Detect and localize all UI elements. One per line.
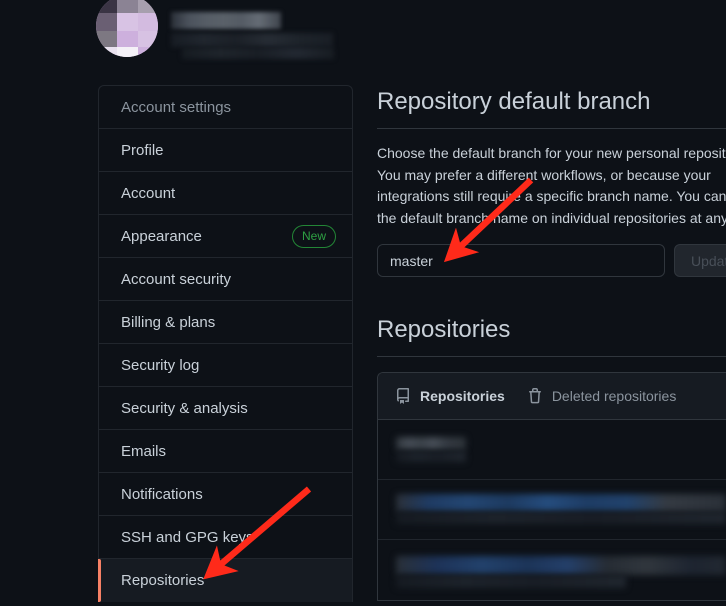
sidebar-item-label: Security log bbox=[121, 356, 200, 374]
user-subtitle-redacted bbox=[171, 33, 333, 47]
repo-name-redacted bbox=[396, 556, 726, 575]
default-branch-form: Update bbox=[377, 244, 726, 277]
sidebar-heading-label: Account settings bbox=[121, 98, 232, 116]
default-branch-description: Choose the default branch for your new p… bbox=[377, 145, 726, 226]
sidebar-item-label: Billing & plans bbox=[121, 313, 216, 331]
sidebar-item-account-security[interactable]: Account security bbox=[99, 258, 352, 301]
sidebar-item-account[interactable]: Account bbox=[99, 172, 352, 215]
tab-repositories[interactable]: Repositories bbox=[395, 388, 505, 404]
sidebar-item-security-analysis[interactable]: Security & analysis bbox=[99, 387, 352, 430]
update-button[interactable]: Update bbox=[674, 244, 726, 277]
sidebar-item-label: Emails bbox=[121, 442, 167, 460]
sidebar-item-security-log[interactable]: Security log bbox=[99, 344, 352, 387]
repo-name-redacted bbox=[396, 494, 726, 512]
sidebar-item-label: Security & analysis bbox=[121, 399, 248, 417]
tab-label: Deleted repositories bbox=[551, 388, 677, 404]
sidebar-item-label: Notifications bbox=[121, 485, 203, 503]
username-redacted bbox=[171, 12, 281, 29]
sidebar-item-profile[interactable]: Profile bbox=[99, 129, 352, 172]
sidebar-item-emails[interactable]: Emails bbox=[99, 430, 352, 473]
account-settings-sidebar: Account settings Profile Account Appeara… bbox=[98, 85, 353, 602]
sidebar-item-label: Account security bbox=[121, 270, 232, 288]
sidebar-item-label: Profile bbox=[121, 141, 164, 159]
sidebar-item-label: Account bbox=[121, 184, 176, 202]
repo-name-redacted bbox=[396, 437, 466, 450]
repo-meta-redacted bbox=[396, 451, 466, 462]
section-title-repositories: Repositories bbox=[377, 316, 511, 343]
repo-icon bbox=[395, 388, 411, 404]
sidebar-item-appearance[interactable]: Appearance New bbox=[99, 215, 352, 258]
default-branch-input[interactable] bbox=[377, 244, 665, 277]
sidebar-item-label: Appearance bbox=[121, 227, 202, 245]
sidebar-item-label: Repositories bbox=[121, 572, 205, 589]
repositories-card: Repositories Deleted repositories ( bbox=[377, 372, 726, 601]
sidebar-item-label: SSH and GPG keys bbox=[121, 528, 254, 546]
table-row[interactable] bbox=[378, 420, 726, 480]
profile-header bbox=[0, 0, 726, 80]
sidebar-item-billing-plans[interactable]: Billing & plans bbox=[99, 301, 352, 344]
sidebar-heading: Account settings bbox=[99, 86, 352, 129]
table-row[interactable] bbox=[378, 540, 726, 600]
repositories-tablist: Repositories Deleted repositories bbox=[378, 373, 726, 420]
sidebar-item-ssh-gpg-keys[interactable]: SSH and GPG keys bbox=[99, 516, 352, 559]
new-badge: New bbox=[291, 224, 336, 248]
sidebar-item-notifications[interactable]: Notifications bbox=[99, 473, 352, 516]
avatar[interactable] bbox=[96, 0, 158, 57]
sidebar-item-repositories[interactable]: Repositories bbox=[98, 559, 352, 602]
repo-meta-redacted bbox=[396, 512, 726, 524]
tab-label: Repositories bbox=[420, 388, 505, 404]
tab-deleted-repositories[interactable]: Deleted repositories bbox=[527, 388, 677, 404]
user-subtitle-redacted-2 bbox=[182, 47, 334, 59]
main-content: Repository default branch Choose the def… bbox=[377, 85, 726, 601]
page-title-default-branch: Repository default branch bbox=[377, 88, 651, 115]
title-divider bbox=[377, 128, 726, 129]
trash-icon bbox=[527, 388, 543, 404]
repositories-divider bbox=[377, 356, 726, 357]
table-row[interactable]: ( bbox=[378, 480, 726, 540]
repo-meta-redacted bbox=[396, 575, 626, 588]
